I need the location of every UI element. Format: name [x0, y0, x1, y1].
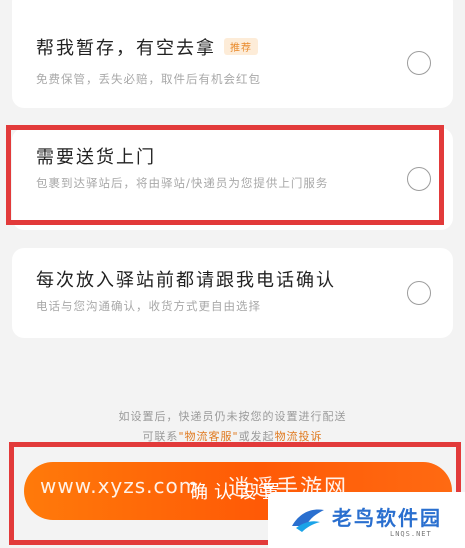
option-desc: 免费保管，丢失必赔，取件后有机会红包	[36, 72, 261, 86]
option-card-store[interactable]: 帮我暂存，有空去拿 推荐 免费保管，丢失必赔，取件后有机会红包	[12, 0, 453, 108]
option-title-text: 帮我暂存，有空去拿	[36, 38, 216, 59]
option-title: 帮我暂存，有空去拿 推荐	[36, 34, 258, 60]
radio-button[interactable]	[407, 281, 431, 305]
footer-note: 如设置后，快递员仍未按您的设置进行配送	[118, 410, 347, 423]
recommend-badge: 推荐	[224, 38, 258, 55]
bird-logo-icon	[292, 509, 324, 532]
option-card-phone-confirm[interactable]: 每次放入驿站前都请跟我电话确认 电话与您沟通确认，收货方式更自由选择	[12, 248, 453, 338]
site-logo: 老鸟软件园 LNQS.NET	[268, 492, 465, 548]
highlight-box-option	[6, 125, 444, 225]
watermark-url: www.xyzs.com	[40, 474, 200, 498]
option-title: 每次放入驿站前都请跟我电话确认	[36, 270, 336, 291]
radio-button[interactable]	[407, 51, 431, 75]
logo-name: 老鸟软件园	[332, 506, 442, 530]
logo-sub: LNQS.NET	[390, 530, 432, 538]
option-desc: 电话与您沟通确认，收货方式更自由选择	[36, 299, 261, 313]
